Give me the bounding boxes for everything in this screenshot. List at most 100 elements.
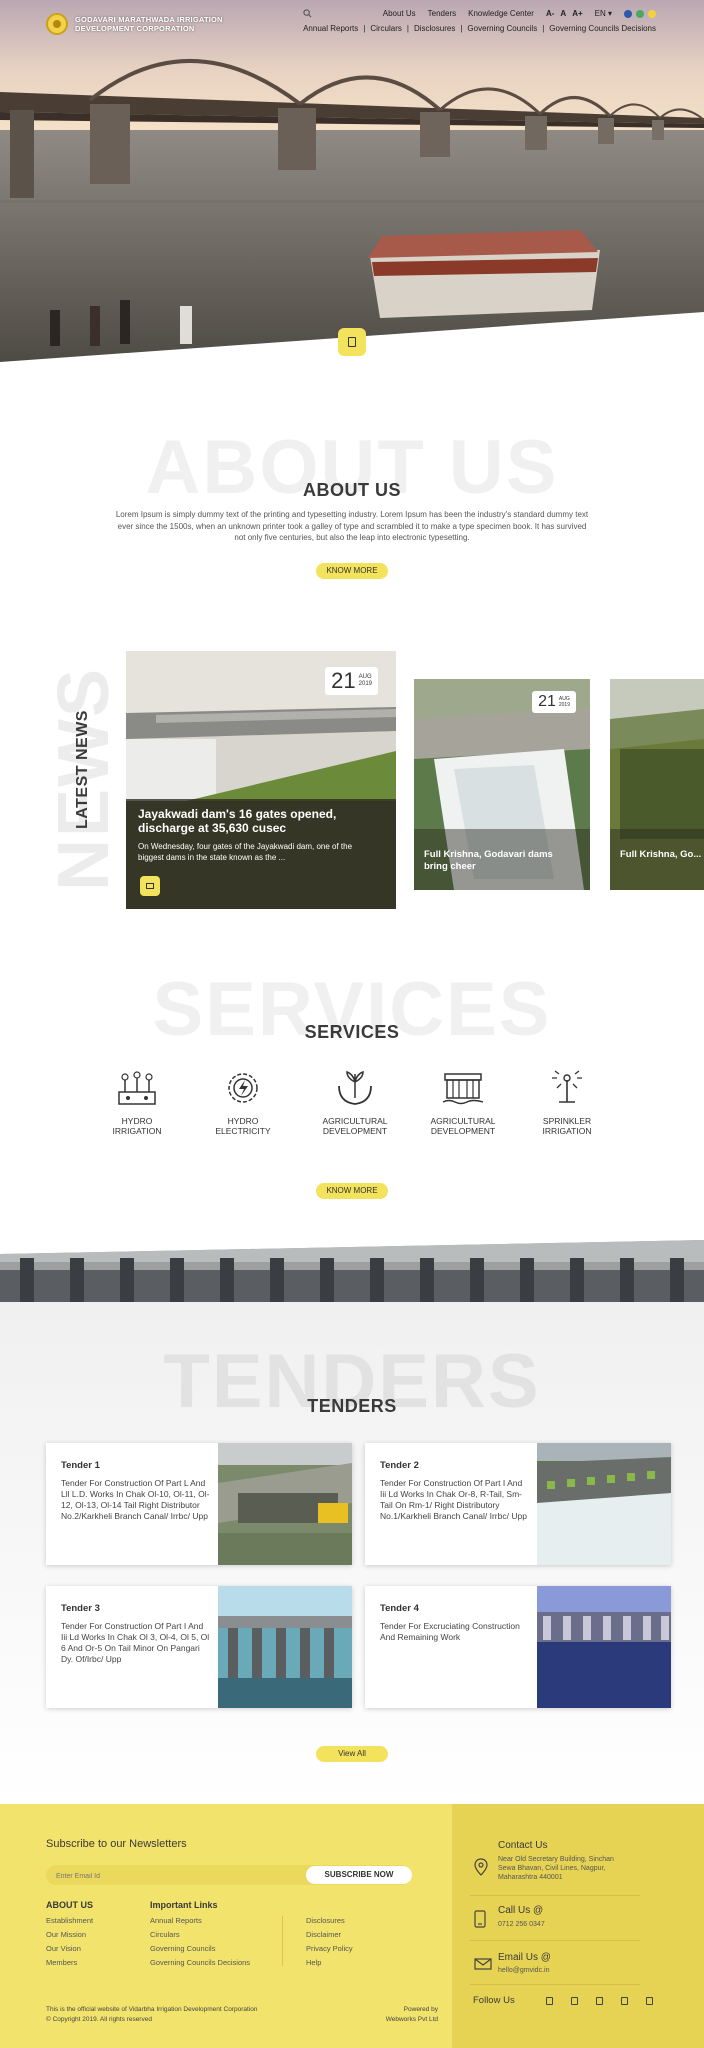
linkedin-icon[interactable]: [621, 1997, 628, 2005]
subscribe-button[interactable]: SUBSCRIBE NOW: [306, 1866, 412, 1884]
tender-card[interactable]: Tender 3 Tender For Construction Of Part…: [46, 1586, 352, 1708]
email-title: Email Us @: [498, 1952, 551, 1963]
news-read-more-button[interactable]: [140, 876, 160, 896]
about-text: Lorem Ipsum is simply dummy text of the …: [115, 510, 589, 542]
footer-link-establishment[interactable]: Establishment: [46, 1914, 93, 1928]
agriculture-icon: [338, 1070, 372, 1105]
news-headline[interactable]: Jayakwadi dam's 16 gates opened, dischar…: [138, 807, 378, 835]
tender-description: Tender For Construction Of Part L And Ll…: [61, 1478, 210, 1521]
mouse-icon: [348, 337, 356, 347]
footer-important-links: Annual Reports Circulars Governing Counc…: [150, 1914, 250, 1970]
top-navigation: About Us Tenders Knowledge Center A- A A…: [303, 9, 656, 33]
tenders-view-all-button[interactable]: View All: [316, 1746, 388, 1762]
about-title: ABOUT US: [303, 480, 401, 500]
call-title: Call Us @: [498, 1905, 544, 1916]
nav-annual-reports[interactable]: Annual Reports: [303, 24, 358, 33]
tender-title: Tender 4: [380, 1603, 419, 1614]
nav-tenders[interactable]: Tenders: [428, 9, 456, 18]
tender-title: Tender 3: [61, 1603, 100, 1614]
contact-email[interactable]: hello@gmvidc.in: [498, 1966, 549, 1975]
footer-contact-panel: [452, 1804, 704, 2048]
youtube-icon[interactable]: [646, 1997, 653, 2005]
contact-divider: [470, 1895, 640, 1896]
tender-image: [218, 1443, 352, 1565]
language-select[interactable]: EN ▾: [595, 9, 612, 18]
facebook-icon[interactable]: [546, 1997, 553, 2005]
news-title: LATEST NEWS: [74, 710, 91, 829]
nav-about-us[interactable]: About Us: [383, 9, 416, 18]
footer-link-disclaimer[interactable]: Disclaimer: [306, 1928, 353, 1942]
tender-title: Tender 1: [61, 1460, 100, 1471]
footer-link-our-vision[interactable]: Our Vision: [46, 1942, 93, 1956]
sprinkler-icon: [552, 1070, 582, 1103]
font-decrease-button[interactable]: A-: [546, 9, 554, 18]
nav-separator: |: [460, 24, 463, 33]
font-size-controls: A- A A+: [546, 9, 583, 18]
scroll-down-button[interactable]: [338, 328, 366, 356]
nav-separator: |: [542, 24, 545, 33]
service-hydro-irrigation[interactable]: HYDRO IRRIGATION: [97, 1068, 177, 1136]
footer-link-governing-councils-decisions[interactable]: Governing Councils Decisions: [150, 1956, 250, 1970]
nav-knowledge-center[interactable]: Knowledge Center: [468, 9, 534, 18]
instagram-icon[interactable]: [596, 1997, 603, 2005]
hydro-irrigation-icon: [118, 1071, 156, 1105]
nav-governing-councils-decisions[interactable]: Governing Councils Decisions: [549, 24, 656, 33]
copyright-text: This is the official website of Vidarbha…: [46, 2006, 258, 2023]
news-headline[interactable]: Full Krishna, Go... bring cheer: [620, 849, 704, 861]
powered-by[interactable]: Powered by Webworks Pvt Ltd: [380, 2005, 438, 2025]
theme-green-button[interactable]: [636, 9, 644, 18]
dam-banner-image: [0, 1240, 704, 1302]
footer-about-links: Establishment Our Mission Our Vision Mem…: [46, 1914, 93, 1970]
tender-card[interactable]: Tender 4 Tender For Excruciating Constru…: [365, 1586, 671, 1708]
arrow-icon: [146, 883, 154, 889]
nav-separator: |: [363, 24, 366, 33]
footer-link-governing-councils[interactable]: Governing Councils: [150, 1942, 250, 1956]
newsletter-title: Subscribe to our Newsletters: [46, 1838, 187, 1850]
news-headline[interactable]: Full Krishna, Godavari dams bring cheer: [424, 849, 574, 873]
tender-description: Tender For Construction Of Part I And Ii…: [61, 1621, 210, 1664]
contact-phone[interactable]: 0712 256 0347: [498, 1920, 545, 1929]
services-know-more-button[interactable]: KNOW MORE: [316, 1183, 388, 1199]
footer-link-annual-reports[interactable]: Annual Reports: [150, 1914, 250, 1928]
dam-icon: [442, 1073, 484, 1105]
contact-address: Near Old Secretary Building, Sinchan Sewa…: [498, 1856, 614, 1881]
contact-divider: [470, 1984, 640, 1985]
font-normal-button[interactable]: A: [560, 9, 566, 18]
news-card[interactable]: 21 AUG 2019 Full Krishna, Godavari dams b…: [414, 679, 590, 890]
theme-blue-button[interactable]: [624, 9, 632, 18]
twitter-icon[interactable]: [571, 1997, 578, 2005]
news-summary: On Wednesday, four gates of the Jayakwad…: [138, 842, 353, 862]
footer-link-circulars[interactable]: Circulars: [150, 1928, 250, 1942]
news-date: 21 AUG 2019: [325, 667, 378, 695]
footer-links-title: Important Links: [150, 1900, 218, 1910]
theme-yellow-button[interactable]: [648, 9, 656, 18]
tender-card[interactable]: Tender 1 Tender For Construction Of Part…: [46, 1443, 352, 1565]
contact-divider: [470, 1940, 640, 1941]
news-card[interactable]: 21 AUG 2019 Jayakwadi dam's 16 gates open…: [126, 651, 396, 909]
tender-image: [537, 1443, 671, 1565]
newsletter-email-input[interactable]: [46, 1866, 286, 1887]
nav-separator: |: [406, 24, 409, 33]
footer-more-links: Disclosures Disclaimer Privacy Policy He…: [306, 1914, 353, 1970]
footer-link-help[interactable]: Help: [306, 1956, 353, 1970]
footer-link-members[interactable]: Members: [46, 1956, 93, 1970]
site-logo[interactable]: GODAVARI MARATHWADA IRRIGATION DEVELOPME…: [46, 13, 223, 35]
nav-circulars[interactable]: Circulars: [370, 24, 402, 33]
service-agricultural-development[interactable]: AGRICULTURAL DEVELOPMENT: [423, 1068, 503, 1136]
service-agricultural-development[interactable]: AGRICULTURAL DEVELOPMENT: [315, 1068, 395, 1136]
footer-link-disclosures[interactable]: Disclosures: [306, 1914, 353, 1928]
service-hydro-electricity[interactable]: HYDRO ELECTRICITY: [203, 1068, 283, 1136]
tender-image: [218, 1586, 352, 1708]
nav-governing-councils[interactable]: Governing Councils: [467, 24, 537, 33]
service-sprinkler-irrigation[interactable]: SPRINKLER IRRIGATION: [527, 1068, 607, 1136]
footer-link-privacy-policy[interactable]: Privacy Policy: [306, 1942, 353, 1956]
footer-link-our-mission[interactable]: Our Mission: [46, 1928, 93, 1942]
about-know-more-button[interactable]: KNOW MORE: [316, 563, 388, 579]
news-card[interactable]: Full Krishna, Go... bring cheer: [610, 679, 704, 890]
services-title: SERVICES: [304, 1022, 400, 1042]
search-icon[interactable]: [303, 9, 312, 18]
tender-card[interactable]: Tender 2 Tender For Construction Of Part…: [365, 1443, 671, 1565]
nav-disclosures[interactable]: Disclosures: [414, 24, 455, 33]
tender-title: Tender 2: [380, 1460, 419, 1471]
font-increase-button[interactable]: A+: [572, 9, 582, 18]
